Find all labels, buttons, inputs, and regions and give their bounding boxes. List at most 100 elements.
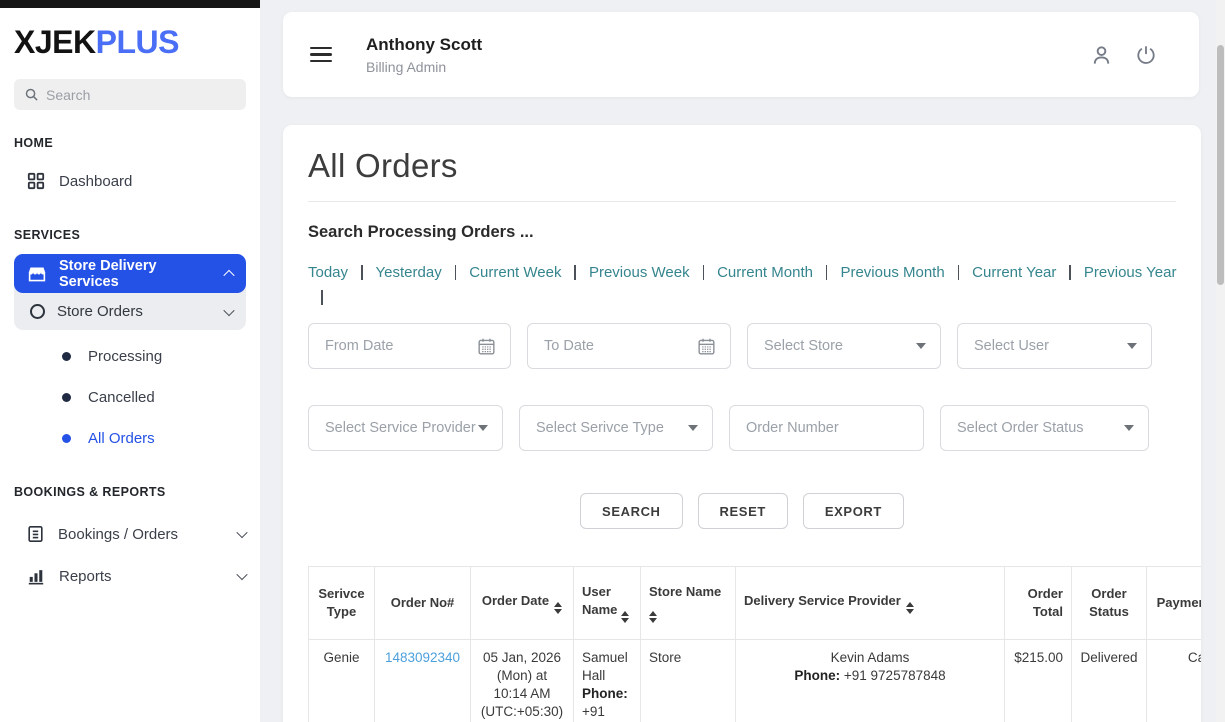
provider-phone-text: +91 9725787848 xyxy=(844,668,946,683)
sidebar-item-bookings-orders[interactable]: Bookings / Orders xyxy=(0,513,260,555)
select-user-dropdown[interactable]: Select User xyxy=(957,323,1152,369)
select-order-status-dropdown[interactable]: Select Order Status xyxy=(940,405,1149,451)
cell-store-name: Store xyxy=(641,640,736,722)
chevron-down-icon xyxy=(223,304,234,315)
from-date-field[interactable] xyxy=(308,323,511,369)
phone-label: Phone: xyxy=(794,668,840,683)
cell-service-type: Genie xyxy=(309,640,375,722)
to-date-field[interactable] xyxy=(527,323,731,369)
scrollbar-thumb[interactable] xyxy=(1217,45,1224,285)
cell-order-status: Delivered xyxy=(1072,640,1147,722)
profile-icon[interactable] xyxy=(1090,43,1113,67)
title-divider xyxy=(308,201,1176,202)
to-date-input[interactable] xyxy=(544,338,697,354)
search-button[interactable]: SEARCH xyxy=(580,493,683,529)
quick-filter-today[interactable]: Today xyxy=(308,264,348,281)
bullet-icon xyxy=(62,434,71,443)
dropdown-placeholder: Select Service Provider xyxy=(325,420,478,436)
search-input[interactable] xyxy=(46,87,236,103)
bullet-icon xyxy=(62,352,71,361)
select-store-dropdown[interactable]: Select Store xyxy=(747,323,941,369)
cell-order-date: 05 Jan, 2026 (Mon) at 10:14 AM (UTC:+05:… xyxy=(471,640,574,722)
sidebar-item-label: Store Delivery Services xyxy=(59,258,213,290)
filter-row-2: Select Service Provider Select Serivce T… xyxy=(308,405,1176,451)
user-name: Anthony Scott xyxy=(366,35,482,55)
col-header-service-type: Serivce Type xyxy=(309,567,375,640)
cell-order-total: $215.00 xyxy=(1005,640,1072,722)
order-number-input[interactable] xyxy=(746,420,909,436)
col-header-store-name[interactable]: Store Name xyxy=(641,567,736,640)
phone-label: Phone: xyxy=(582,686,628,701)
filter-row-1: Select Store Select User xyxy=(308,323,1176,369)
cell-user-name: Samuel Hall Phone: +91 xyxy=(574,640,641,722)
sidebar-item-store-orders[interactable]: Store Orders xyxy=(14,293,246,330)
chevron-down-icon xyxy=(236,569,247,580)
page-scrollbar[interactable] xyxy=(1216,0,1225,722)
sidebar-search[interactable] xyxy=(14,79,246,110)
col-header-order-no: Order No# xyxy=(375,567,471,640)
logout-power-icon[interactable] xyxy=(1135,43,1157,67)
col-header-order-date[interactable]: Order Date xyxy=(471,567,574,640)
order-number-field[interactable] xyxy=(729,405,924,451)
col-header-payment-mode: Payment Mode xyxy=(1147,567,1202,640)
col-header-order-total: Order Total xyxy=(1005,567,1072,640)
divider xyxy=(958,265,960,280)
sidebar-item-dashboard[interactable]: Dashboard xyxy=(0,160,260,202)
sort-icon[interactable] xyxy=(554,602,562,615)
sidebar-item-label: Store Orders xyxy=(57,303,213,320)
sidebar-item-processing[interactable]: Processing xyxy=(0,336,260,377)
user-name-text: Samuel Hall xyxy=(582,650,628,683)
page-title: All Orders xyxy=(308,147,1176,185)
quick-filter-previous-month[interactable]: Previous Month xyxy=(840,264,944,281)
chevron-down-icon xyxy=(236,527,247,538)
col-header-label: User Name xyxy=(582,584,617,617)
divider xyxy=(826,265,828,280)
sidebar-item-store-delivery-services[interactable]: Store Delivery Services xyxy=(14,254,246,293)
reset-button[interactable]: RESET xyxy=(698,493,788,529)
select-service-provider-dropdown[interactable]: Select Service Provider xyxy=(308,405,503,451)
brand-logo[interactable]: XJEKPLUS xyxy=(0,8,260,61)
user-identity: Anthony Scott Billing Admin xyxy=(366,35,482,75)
col-header-label: Order Date xyxy=(482,593,549,608)
divider xyxy=(321,290,323,305)
divider xyxy=(574,265,576,280)
quick-filter-yesterday[interactable]: Yesterday xyxy=(376,264,442,281)
sidebar-item-reports[interactable]: Reports xyxy=(0,555,260,597)
sidebar-item-cancelled[interactable]: Cancelled xyxy=(0,377,260,418)
hamburger-menu-icon[interactable] xyxy=(310,43,332,67)
sort-icon[interactable] xyxy=(621,611,629,624)
sidebar-item-all-orders[interactable]: All Orders xyxy=(0,418,260,459)
caret-down-icon xyxy=(1124,425,1134,431)
divider xyxy=(455,265,457,280)
divider xyxy=(361,265,363,280)
order-number-link[interactable]: 1483092340 xyxy=(385,650,460,665)
main-area: Anthony Scott Billing Admin All Orders S… xyxy=(260,0,1225,722)
col-header-delivery-service-provider[interactable]: Delivery Service Provider xyxy=(736,567,1005,640)
sidebar-item-label: All Orders xyxy=(88,430,155,447)
user-role: Billing Admin xyxy=(366,59,482,75)
quick-filter-current-year[interactable]: Current Year xyxy=(972,264,1056,281)
export-button[interactable]: EXPORT xyxy=(803,493,904,529)
cell-payment-mode: Card xyxy=(1147,640,1202,722)
cell-delivery-service-provider: Kevin Adams Phone: +91 9725787848 xyxy=(736,640,1005,722)
from-date-input[interactable] xyxy=(325,338,477,354)
col-header-order-status: Order Status xyxy=(1072,567,1147,640)
quick-filter-previous-week[interactable]: Previous Week xyxy=(589,264,690,281)
caret-down-icon xyxy=(916,343,926,349)
table-header-row: Serivce Type Order No# Order Date User N… xyxy=(309,567,1202,640)
select-service-type-dropdown[interactable]: Select Serivce Type xyxy=(519,405,713,451)
table-row: Genie 1483092340 05 Jan, 2026 (Mon) at 1… xyxy=(309,640,1202,722)
divider xyxy=(1069,265,1071,280)
topbar-actions xyxy=(1090,43,1157,67)
sort-icon[interactable] xyxy=(649,611,657,624)
col-header-user-name[interactable]: User Name xyxy=(574,567,641,640)
quick-filter-current-month[interactable]: Current Month xyxy=(717,264,813,281)
bullet-icon xyxy=(62,393,71,402)
provider-name-text: Kevin Adams xyxy=(744,649,996,667)
quick-filter-current-week[interactable]: Current Week xyxy=(469,264,561,281)
sidebar-item-label: Cancelled xyxy=(88,389,155,406)
col-header-label: Delivery Service Provider xyxy=(744,593,901,608)
sort-icon[interactable] xyxy=(906,602,914,615)
quick-filter-previous-year[interactable]: Previous Year xyxy=(1084,264,1177,281)
brand-logo-part1: XJEK xyxy=(14,24,96,60)
